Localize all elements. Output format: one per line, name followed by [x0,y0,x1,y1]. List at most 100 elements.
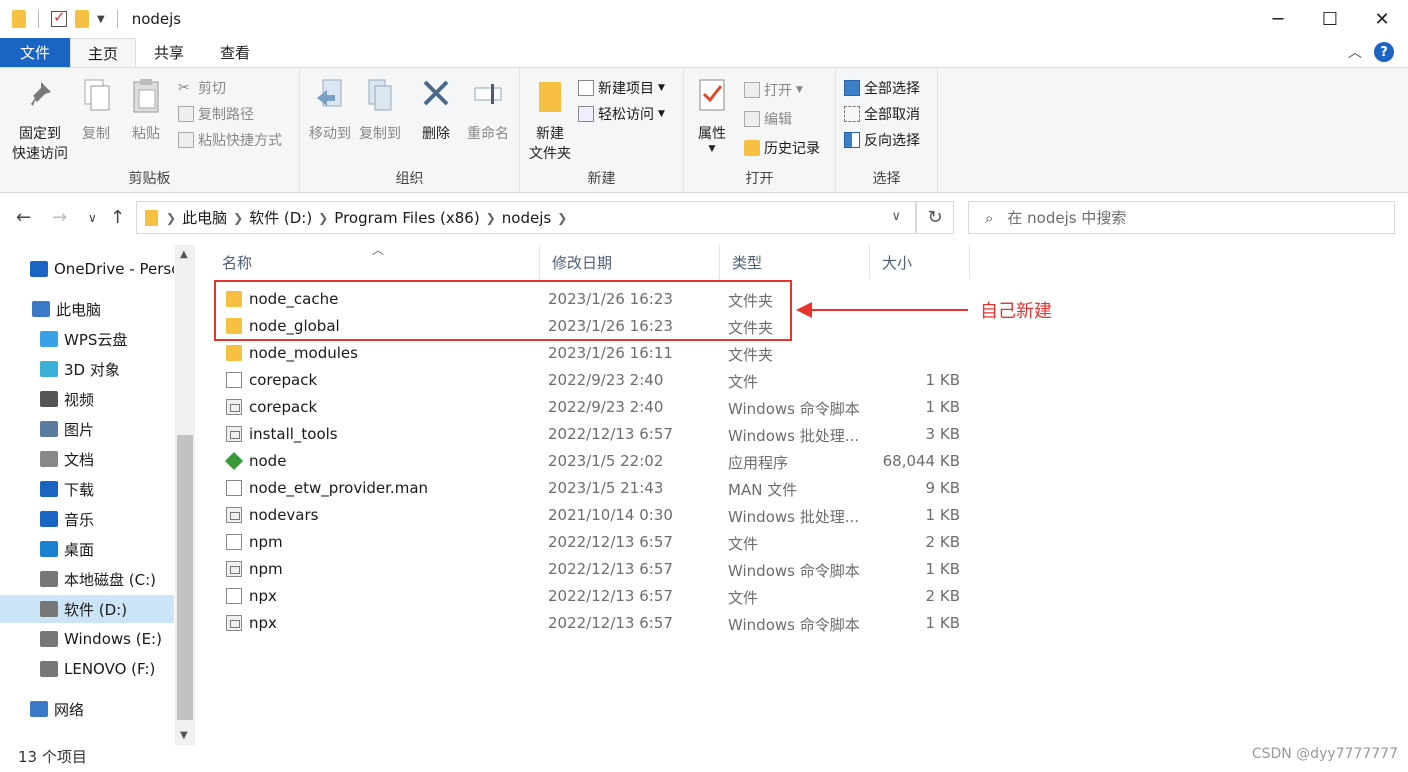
column-header-type[interactable]: 类型 [720,245,870,279]
breadcrumb[interactable]: Program Files (x86) [334,209,479,227]
sidebar-item[interactable]: 此电脑 [0,295,174,323]
tab-home[interactable]: 主页 [70,38,136,67]
edit-button[interactable]: 编辑 [744,107,792,131]
sidebar-item[interactable]: 网络 [0,695,174,723]
scrollbar-thumb[interactable] [177,435,193,720]
sidebar-scrollbar[interactable]: ▲ ▼ [175,245,195,745]
copy-path-button[interactable]: 复制路径 [178,102,254,126]
file-date: 2023/1/5 22:02 [548,452,664,470]
tab-view[interactable]: 查看 [202,38,268,67]
back-arrow-icon[interactable]: ← [16,207,31,228]
delete-icon [423,80,449,106]
maximize-button[interactable]: ☐ [1304,0,1356,38]
sidebar-item[interactable]: 音乐 [0,505,174,533]
move-to-button[interactable]: 移动到 [306,76,354,144]
file-row[interactable]: nodevars 2021/10/14 0:30 Windows 批处理... 1 K… [210,502,970,529]
sidebar-item[interactable]: 视频 [0,385,174,413]
breadcrumb[interactable]: nodejs [502,209,551,227]
paste-button[interactable]: 粘贴 [124,76,168,144]
column-header-date[interactable]: 修改日期 [540,245,720,279]
sidebar-item[interactable]: 图片 [0,415,174,443]
file-row[interactable]: corepack 2022/9/23 2:40 Windows 命令脚本 1 KB [210,394,970,421]
delete-button[interactable]: 删除 [416,76,456,144]
file-row[interactable]: node_modules 2023/1/26 16:11 文件夹 [210,340,970,367]
chevron-up-icon[interactable]: ︿ [1348,42,1362,62]
up-arrow-icon[interactable]: ↑ [110,207,125,228]
file-row[interactable]: npx 2022/12/13 6:57 文件 2 KB [210,583,970,610]
column-header-name[interactable]: 名称 [210,245,540,279]
file-row[interactable]: corepack 2022/9/23 2:40 文件 1 KB [210,367,970,394]
address-bar[interactable]: ❯ 此电脑 ❯ 软件 (D:) ❯ Program Files (x86) ❯ … [136,201,916,234]
open-button[interactable]: 打开 ▼ [744,78,803,102]
tab-share[interactable]: 共享 [136,38,202,67]
sidebar-item[interactable]: OneDrive - Personal [0,255,174,283]
properties-icon[interactable] [51,8,67,27]
copy-button[interactable]: 复制 [74,76,118,144]
sidebar-item[interactable]: 本地磁盘 (C:) [0,565,174,593]
file-date: 2022/12/13 6:57 [548,614,673,632]
sidebar-item[interactable]: LENOVO (F:) [0,655,174,683]
sidebar-item[interactable]: Windows (E:) [0,625,174,653]
select-none-button[interactable]: 全部取消 [844,102,920,126]
sidebar-item[interactable]: 文档 [0,445,174,473]
file-row[interactable]: node 2023/1/5 22:02 应用程序 68,044 KB [210,448,970,475]
properties-button[interactable]: 属性 ▼ [690,76,734,154]
file-type: 文件 [728,535,759,553]
sidebar-item[interactable]: WPS云盘 [0,325,174,353]
easy-access-button[interactable]: 轻松访问 ▼ [578,102,665,126]
select-all-button[interactable]: 全部选择 [844,76,920,100]
organize-group: 移动到 复制到 删除 重命名 组织 [300,68,520,192]
new-folder-icon[interactable] [75,10,89,28]
new-item-icon [578,80,594,96]
annotation-arrow-line [808,309,968,311]
minimize-button[interactable]: ─ [1252,0,1304,38]
script-icon [226,561,242,577]
paste-shortcut-button[interactable]: 粘贴快捷方式 [178,128,282,152]
sidebar-item[interactable]: 软件 (D:) [0,595,174,623]
disk-icon [40,631,58,647]
sidebar-item[interactable]: 3D 对象 [0,355,174,383]
breadcrumb[interactable]: 此电脑 [182,207,227,228]
desktop-icon [40,541,58,557]
file-size: 2 KB [925,587,960,605]
chevron-right-icon: ❯ [318,210,329,225]
disk-icon [40,571,58,587]
recent-locations-chevron-icon[interactable]: ∨ [88,211,97,225]
paste-shortcut-icon [178,132,194,148]
help-icon[interactable]: ? [1374,42,1394,62]
file-date: 2022/12/13 6:57 [548,533,673,551]
forward-arrow-icon[interactable]: → [52,207,67,228]
history-button[interactable]: 历史记录 [744,136,820,160]
sidebar-item-label: 文档 [64,450,95,469]
search-input[interactable]: ⌕ 在 nodejs 中搜索 [968,201,1395,234]
sidebar-item[interactable]: 下载 [0,475,174,503]
history-icon [744,140,760,156]
search-placeholder: 在 nodejs 中搜索 [1007,209,1127,227]
copy-to-button[interactable]: 复制到 [356,76,404,144]
file-type: Windows 命令脚本 [728,562,860,580]
pin-to-quick-access-button[interactable]: 固定到 快速访问 [8,76,72,164]
column-header-size[interactable]: 大小 [870,245,970,279]
chevron-up-icon[interactable]: ▲ [180,249,188,260]
file-name: node [249,452,287,470]
file-row[interactable]: node_etw_provider.man 2023/1/5 21:43 MAN 文… [210,475,970,502]
file-row[interactable]: npx 2022/12/13 6:57 Windows 命令脚本 1 KB [210,610,970,637]
close-button[interactable]: ✕ [1356,0,1408,38]
navigation-bar: ← → ∨ ↑ ❯ 此电脑 ❯ 软件 (D:) ❯ Program Files … [0,193,1408,245]
file-row[interactable]: npm 2022/12/13 6:57 Windows 命令脚本 1 KB [210,556,970,583]
new-item-button[interactable]: 新建项目 ▼ [578,76,665,100]
breadcrumb[interactable]: 软件 (D:) [249,207,312,228]
sidebar-item[interactable]: 桌面 [0,535,174,563]
file-row[interactable]: install_tools 2022/12/13 6:57 Windows 批处理.… [210,421,970,448]
chevron-down-icon[interactable]: ∨ [891,209,901,224]
refresh-button[interactable]: ↻ [916,201,954,234]
rename-button[interactable]: 重命名 [462,76,514,144]
chevron-down-icon[interactable]: ▼ [97,14,105,25]
invert-selection-button[interactable]: 反向选择 [844,128,920,152]
chevron-down-icon[interactable]: ▼ [180,730,188,741]
group-label: 组织 [395,171,424,187]
tab-file[interactable]: 文件 [0,38,70,67]
new-folder-button[interactable]: 新建 文件夹 [526,76,574,164]
file-row[interactable]: npm 2022/12/13 6:57 文件 2 KB [210,529,970,556]
cut-button[interactable]: ✂ 剪切 [178,76,226,100]
